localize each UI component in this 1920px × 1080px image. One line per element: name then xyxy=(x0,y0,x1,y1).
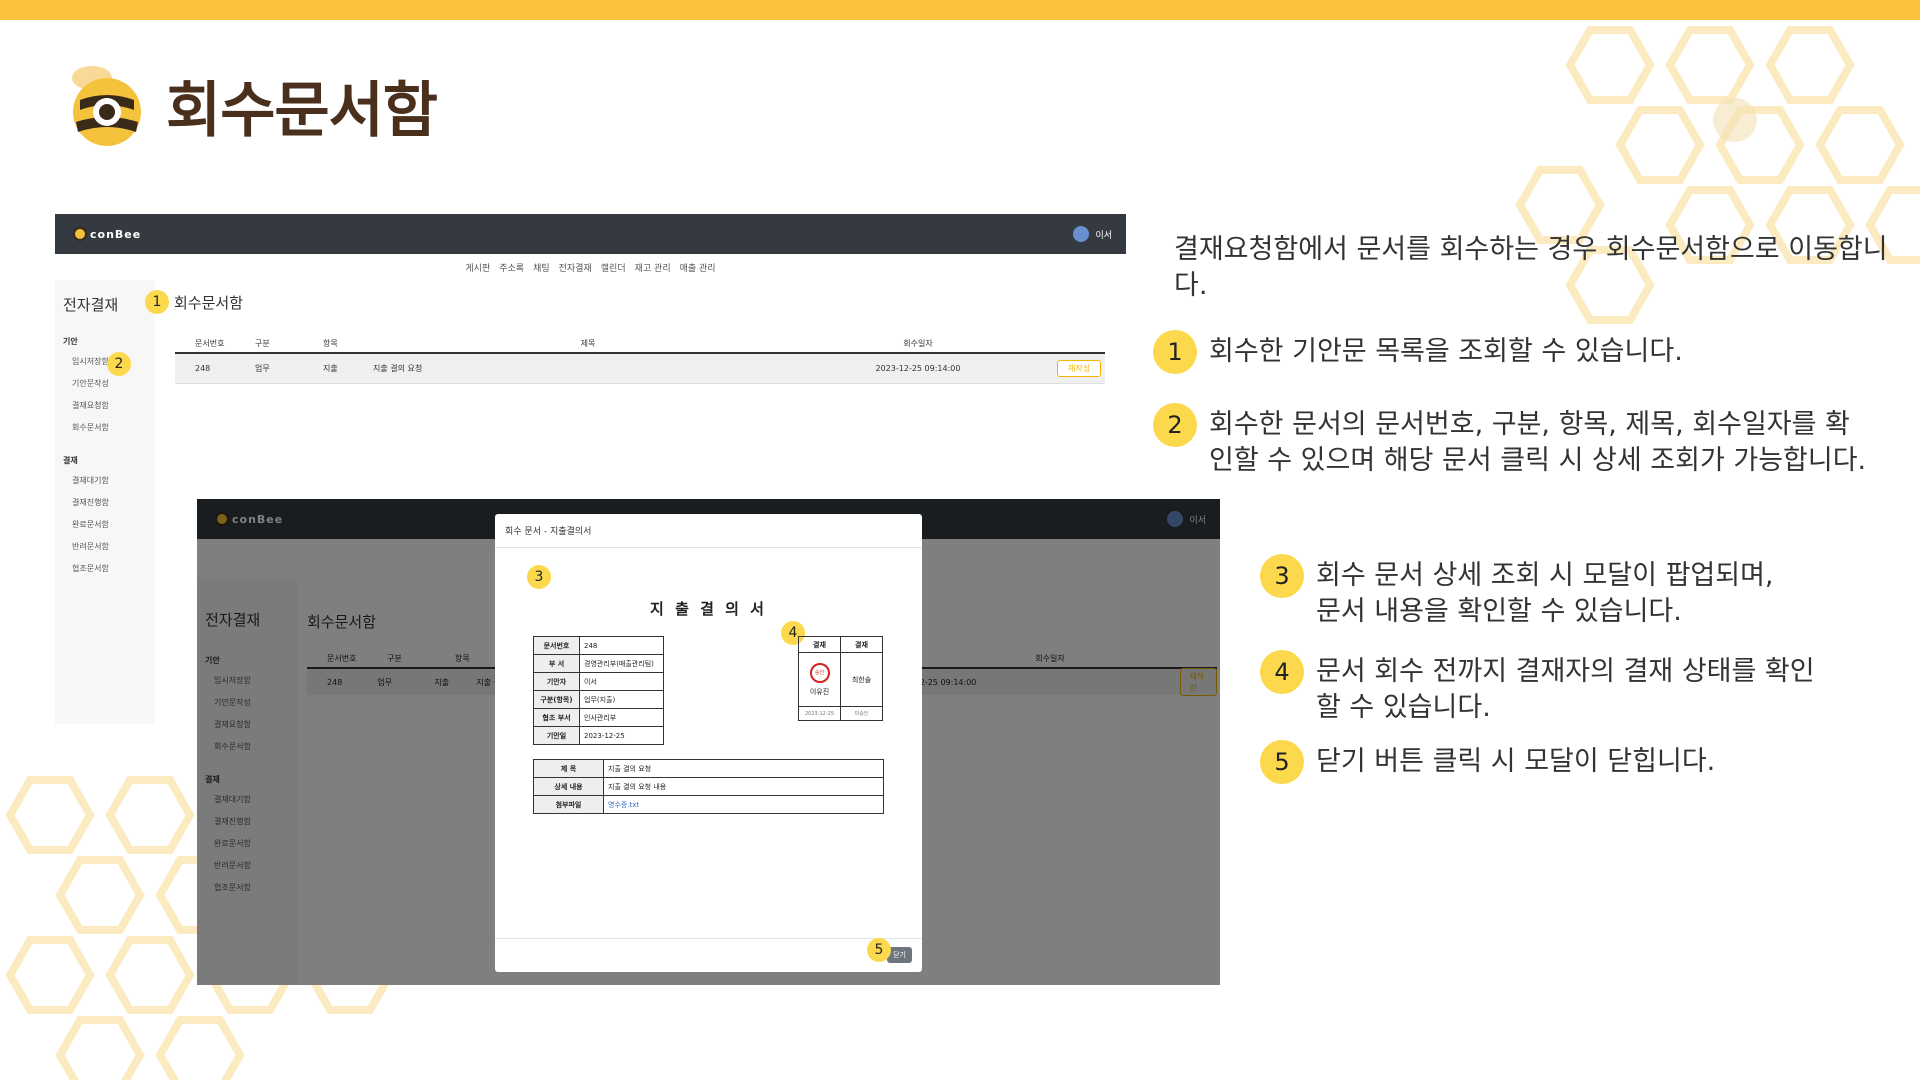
document-title: 지 출 결 의 서 xyxy=(650,600,767,618)
table-row: 문서번호 248 xyxy=(533,636,664,655)
cell-date: 2023-12-25 09:14:00 xyxy=(875,364,961,373)
avatar xyxy=(1073,226,1090,242)
approval-date: 미승인 xyxy=(840,706,883,721)
menu-item-contacts[interactable]: 주소록 xyxy=(499,261,524,274)
col-category: 항목 xyxy=(323,338,338,348)
sidebar-item-progress[interactable]: 결재진행함 xyxy=(55,492,155,514)
cell-doc-no: 248 xyxy=(195,364,211,373)
attachment-link[interactable]: 영수증.txt xyxy=(608,801,639,809)
bee-logo-icon xyxy=(72,66,141,146)
cell-type: 업무 xyxy=(255,364,270,373)
desc-item-3: 3 회수 문서 상세 조회 시 모달이 팝업되며, 문서 내용을 확인할 수 있… xyxy=(1260,554,1900,630)
callout-badge-1: 1 xyxy=(145,290,169,314)
user-name: 이서 xyxy=(1095,230,1112,241)
menu-item-approval[interactable]: 전자결재 xyxy=(559,261,592,274)
table-row[interactable]: 248 업무 지출 지출 결의 요청 2023-12-25 09:14:00 재… xyxy=(175,354,1105,384)
desc-badge: 4 xyxy=(1260,650,1304,694)
menu-item-calendar[interactable]: 캘린더 xyxy=(601,261,626,274)
screenshot-modal-view: conBee 이서 전자결재 기안 임시저장함 기안문작성 결재요청함 회수문서… xyxy=(197,499,1220,985)
sidebar-item-retrieved[interactable]: 회수문서함 xyxy=(55,417,155,439)
approved-stamp-icon: 승인 xyxy=(809,662,830,683)
modal-footer: 닫기 xyxy=(495,938,922,972)
desc-item-5: 5 닫기 버튼 클릭 시 모달이 닫힙니다. xyxy=(1260,740,1900,784)
app-logo-text: conBee xyxy=(90,227,142,241)
approver-name: 이유진 xyxy=(809,687,830,696)
table-row: 기안자 이서 xyxy=(533,672,664,691)
intro-text: 결재요청함에서 문서를 회수하는 경우 회수문서함으로 이동합니다. xyxy=(1174,234,1888,301)
main-menu: 게시판 주소록 채팅 전자결재 캘린더 재고 관리 매출 관리 xyxy=(55,254,1126,280)
menu-item-board[interactable]: 게시판 xyxy=(465,261,490,274)
desc-badge: 1 xyxy=(1153,330,1197,374)
app-navbar: conBee 이서 xyxy=(55,214,1126,254)
modal-header: 회수 문서 - 지출결의서 xyxy=(495,514,922,548)
table-header: 문서번호 구분 항목 제목 회수일자 xyxy=(175,334,1105,354)
user-menu[interactable]: 이서 xyxy=(1073,226,1112,242)
table-row: 기안일 2023-12-25 xyxy=(533,726,664,745)
top-accent-bar xyxy=(0,0,1920,20)
rewrite-button[interactable]: 재작성 xyxy=(1057,360,1102,377)
app-logo[interactable]: conBee xyxy=(73,227,141,241)
bee-icon xyxy=(73,227,87,241)
retrieved-doc-modal: 회수 문서 - 지출결의서 3 지 출 결 의 서 문서번호 248 부 서 경영관… xyxy=(495,514,922,972)
sidebar-item-requests[interactable]: 결재요청함 xyxy=(55,395,155,417)
callout-badge-3: 3 xyxy=(527,565,551,589)
desc-item-1: 1 회수한 기안문 목록을 조회할 수 있습니다. xyxy=(1153,330,1883,374)
desc-text: 회수한 기안문 목록을 조회할 수 있습니다. xyxy=(1209,336,1683,367)
approval-date: 2023-12-25 xyxy=(798,706,841,721)
table-row: 부 서 경영관리부(매출관리팀) xyxy=(533,654,664,673)
table-row: 협조 부서 인사관리부 xyxy=(533,708,664,727)
approval-header: 결재 xyxy=(840,636,883,653)
menu-item-inventory[interactable]: 재고 관리 xyxy=(635,261,671,274)
desc-text: 회수한 문서의 문서번호, 구분, 항목, 제목, 회수일자를 확인할 수 있으… xyxy=(1209,409,1867,476)
desc-text: 닫기 버튼 클릭 시 모달이 닫힙니다. xyxy=(1316,746,1716,777)
approver-cell-1: 승인 이유진 xyxy=(798,652,841,707)
document-body-table: 제 목 지출 결의 요청 상세 내용 지출 결의 요청 내용 첨부파일 영수증.txt xyxy=(533,759,884,814)
col-type: 구분 xyxy=(255,338,270,348)
approver-cell-2: 최한솔 xyxy=(840,652,883,707)
sidebar-item-waiting[interactable]: 결재대기함 xyxy=(55,470,155,492)
cell-category: 지출 xyxy=(323,364,338,373)
desc-text: 회수 문서 상세 조회 시 모달이 팝업되며, 문서 내용을 확인할 수 있습니… xyxy=(1316,560,1774,627)
col-doc-no: 문서번호 xyxy=(195,338,225,348)
page-header: 1 회수문서함 xyxy=(145,290,243,314)
sidebar-item-compose[interactable]: 기안문작성 xyxy=(55,373,155,395)
sidebar-group-draft: 기안 xyxy=(63,337,78,346)
col-date: 회수일자 xyxy=(903,338,933,348)
menu-item-chat[interactable]: 채팅 xyxy=(533,261,550,274)
cell-title: 지출 결의 요청 xyxy=(373,364,423,373)
sidebar: 전자결재 기안 임시저장함 기안문작성 결재요청함 회수문서함 결재 결재대기함… xyxy=(55,280,155,724)
col-title: 제목 xyxy=(580,338,596,348)
approval-status-table: 결재 결재 승인 이유진 최한솔 2023-12-25 미승인 xyxy=(798,636,883,721)
sidebar-item-rejected[interactable]: 반려문서함 xyxy=(55,536,155,558)
table-row: 첨부파일 영수증.txt xyxy=(533,795,884,814)
retrieved-docs-table: 문서번호 구분 항목 제목 회수일자 248 업무 지출 지출 결의 요청 20… xyxy=(175,334,1105,384)
menu-item-sales[interactable]: 매출 관리 xyxy=(680,261,716,274)
sidebar-item-temp[interactable]: 임시저장함 xyxy=(55,351,155,373)
slide-title: 회수문서함 xyxy=(166,75,438,146)
table-row: 제 목 지출 결의 요청 xyxy=(533,759,884,778)
desc-badge: 5 xyxy=(1260,740,1304,784)
desc-badge: 2 xyxy=(1153,403,1197,447)
desc-item-2: 2 회수한 문서의 문서번호, 구분, 항목, 제목, 회수일자를 확인할 수 … xyxy=(1153,403,1883,479)
document-info-table: 문서번호 248 부 서 경영관리부(매출관리팀) 기안자 이서 구분(항목) 업무(지… xyxy=(533,636,664,745)
sidebar-item-completed[interactable]: 완료문서함 xyxy=(55,514,155,536)
desc-text: 문서 회수 전까지 결재자의 결재 상태를 확인할 수 있습니다. xyxy=(1316,656,1815,723)
callout-badge-5: 5 xyxy=(867,938,891,962)
page-title: 회수문서함 xyxy=(174,293,244,312)
table-row: 구분(항목) 업무(지출) xyxy=(533,690,664,709)
slide-header: 회수문서함 xyxy=(62,60,438,150)
sidebar-heading: 전자결재 xyxy=(63,296,119,314)
approval-header: 결재 xyxy=(798,636,841,653)
callout-badge-2: 2 xyxy=(107,352,131,376)
table-row: 상세 내용 지출 결의 요청 내용 xyxy=(533,777,884,796)
desc-item-4: 4 문서 회수 전까지 결재자의 결재 상태를 확인할 수 있습니다. xyxy=(1260,650,1900,726)
sidebar-group-approval: 결재 xyxy=(63,456,78,465)
sidebar-item-cooperation[interactable]: 협조문서함 xyxy=(55,558,155,580)
desc-badge: 3 xyxy=(1260,554,1304,598)
approver-name: 최한솔 xyxy=(851,675,872,684)
